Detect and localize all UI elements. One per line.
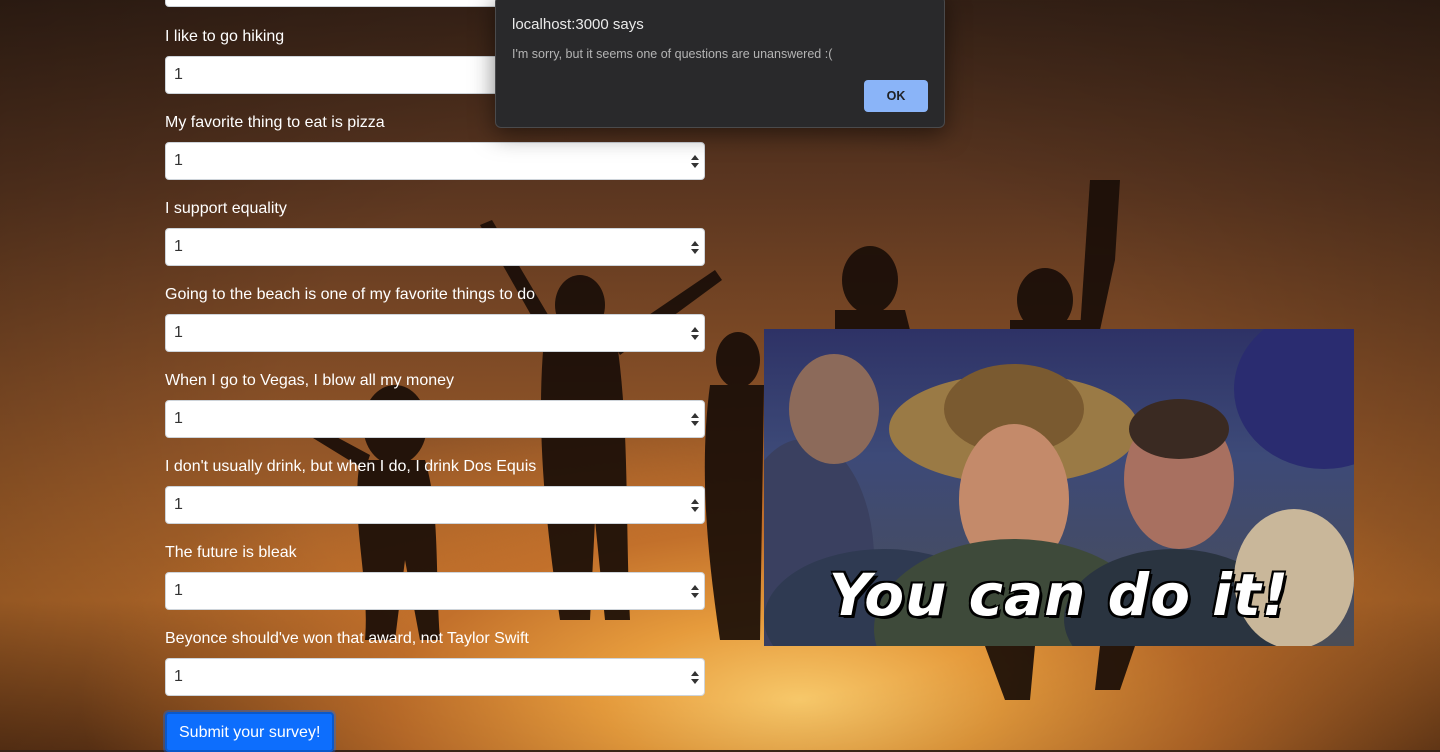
question-select[interactable]: 1 — [165, 486, 705, 524]
select-value: 1 — [174, 238, 183, 255]
question-select[interactable]: 1 — [165, 572, 705, 610]
alert-dialog: localhost:3000 says I'm sorry, but it se… — [495, 0, 945, 128]
select-arrows-icon — [691, 154, 699, 170]
question-select[interactable]: 1 — [165, 314, 705, 352]
submit-survey-button[interactable]: Submit your survey! — [165, 712, 335, 752]
question-label: Going to the beach is one of my favorite… — [165, 286, 535, 303]
select-arrows-icon — [691, 240, 699, 256]
dialog-title: localhost:3000 says — [512, 16, 644, 33]
question-label: My favorite thing to eat is pizza — [165, 114, 385, 131]
select-value: 1 — [174, 668, 183, 685]
select-arrows-icon — [691, 584, 699, 600]
question-label: Beyonce should've won that award, not Ta… — [165, 630, 529, 647]
select-value: 1 — [174, 324, 183, 341]
gif-caption: You can do it! — [828, 561, 1290, 629]
select-arrows-icon — [691, 670, 699, 686]
motivation-gif: You can do it! — [764, 329, 1354, 646]
select-value: 1 — [174, 152, 183, 169]
question-select[interactable]: 1 — [165, 142, 705, 180]
select-arrows-icon — [691, 498, 699, 514]
dialog-message: I'm sorry, but it seems one of questions… — [512, 47, 833, 61]
select-value: 1 — [174, 496, 183, 513]
question-label: When I go to Vegas, I blow all my money — [165, 372, 455, 389]
question-label: I support equality — [165, 200, 287, 217]
select-arrows-icon — [691, 326, 699, 342]
question-label: I like to go hiking — [165, 28, 285, 45]
question-select[interactable]: 1 — [165, 228, 705, 266]
question-label: The future is bleak — [165, 544, 297, 561]
question-select[interactable]: 1 — [165, 658, 705, 696]
select-value: 1 — [174, 66, 183, 83]
select-value: 1 — [174, 410, 183, 427]
select-value: 1 — [174, 582, 183, 599]
question-select[interactable]: 1 — [165, 400, 705, 438]
dialog-ok-button[interactable]: OK — [864, 80, 928, 112]
select-arrows-icon — [691, 412, 699, 428]
question-label: I don't usually drink, but when I do, I … — [165, 458, 537, 475]
